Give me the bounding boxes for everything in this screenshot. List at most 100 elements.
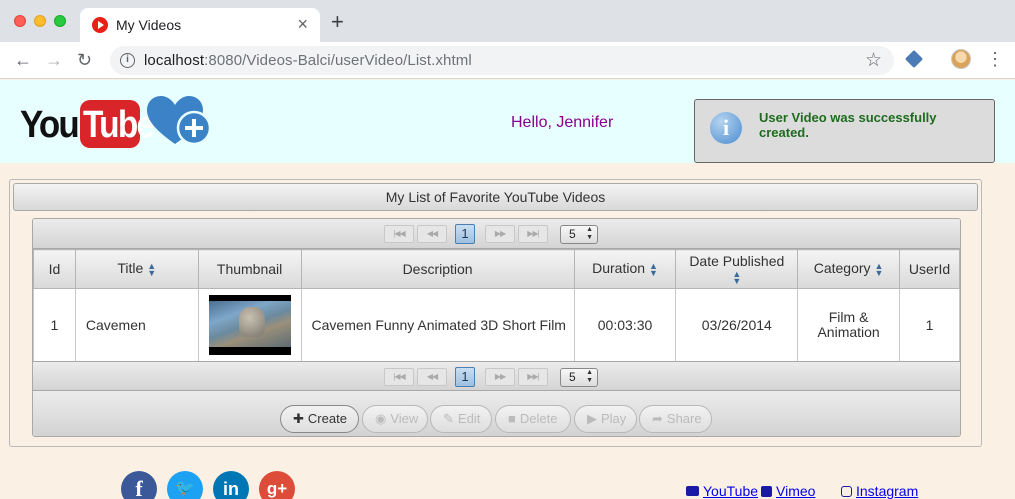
info-icon: i: [710, 112, 742, 144]
prev-page-button[interactable]: ◀◀: [417, 225, 447, 243]
page-header: You Tube Hello, Jennifer i User Video wa…: [0, 80, 1015, 163]
view-button[interactable]: ◉ View: [362, 405, 428, 433]
tab-title: My Videos: [116, 17, 182, 33]
sort-icon[interactable]: ▲ ▼: [147, 261, 156, 277]
play-button[interactable]: ▶ Play: [574, 405, 637, 433]
table-row[interactable]: 1 Cavemen Cavemen Funny Animated 3D Shor…: [33, 288, 960, 362]
url-path: :8080/Videos-Balci/userVideo/List.xhtml: [204, 52, 472, 69]
share-button[interactable]: ➦ Share: [639, 405, 712, 433]
rows-per-page-value: 5: [569, 227, 576, 241]
panel-title: My List of Favorite YouTube Videos: [13, 183, 978, 211]
select-arrows-icon: ▲ ▼: [586, 226, 593, 241]
tab-close-icon[interactable]: ×: [297, 14, 308, 34]
rows-per-page-select[interactable]: 5 ▲ ▼: [560, 368, 598, 387]
linkedin-icon[interactable]: in: [213, 471, 249, 499]
window-minimize-button[interactable]: [34, 15, 46, 27]
videos-panel: My List of Favorite YouTube Videos |◀◀ ◀…: [9, 179, 982, 447]
next-page-button[interactable]: ▶▶: [485, 368, 515, 386]
column-label: Category: [813, 260, 871, 277]
browser-tab[interactable]: My Videos ×: [80, 8, 320, 42]
videos-datatable: |◀◀ ◀◀ 1 ▶▶ ▶▶| 5 ▲ ▼ Id Title ▲ ▼ Thumbnail…: [32, 218, 961, 437]
logo-you-text: You: [20, 104, 80, 146]
cell-duration: 00:03:30: [573, 288, 677, 362]
cell-description: Cavemen Funny Animated 3D Short Film: [300, 288, 575, 362]
footer-link-label: Vimeo: [776, 483, 816, 499]
browser-toolbar: ← → ↻ i localhost:8080/Videos-Balci/user…: [0, 42, 1015, 79]
edit-icon: ✎: [443, 411, 454, 426]
forward-arrow-icon[interactable]: →: [45, 48, 63, 72]
bookmark-star-icon[interactable]: ☆: [865, 49, 882, 72]
twitter-icon[interactable]: 🐦: [167, 471, 203, 499]
column-label: Title: [117, 260, 144, 277]
cell-userid: 1: [899, 288, 960, 362]
view-label: View: [390, 411, 419, 426]
action-bar: ✚ Create ◉ View ✎ Edit ■ Delete ▶ Play ➦ Share: [33, 391, 960, 436]
paginator-bottom: |◀◀ ◀◀ 1 ▶▶ ▶▶| 5 ▲ ▼: [33, 361, 960, 391]
share-label: Share: [666, 411, 702, 426]
table-header-row: Id Title ▲ ▼ Thumbnail Description Duratio…: [33, 249, 960, 289]
column-header-title[interactable]: Title ▲ ▼: [74, 249, 199, 289]
facebook-icon[interactable]: f: [121, 471, 157, 499]
back-arrow-icon[interactable]: ←: [14, 48, 32, 72]
extension-icon[interactable]: [904, 49, 924, 69]
new-tab-icon[interactable]: +: [331, 11, 344, 33]
trash-icon: ■: [508, 411, 516, 426]
eye-icon: ◉: [375, 411, 387, 426]
window-maximize-button[interactable]: [54, 15, 66, 27]
column-label: UserId: [908, 260, 951, 277]
last-page-button[interactable]: ▶▶|: [518, 368, 548, 386]
url-host: localhost: [144, 52, 205, 69]
column-header-date-published[interactable]: Date Published ▲ ▼: [675, 249, 799, 289]
edit-label: Edit: [457, 411, 481, 426]
browser-menu-icon[interactable]: ⋮: [986, 49, 1004, 69]
first-page-button[interactable]: |◀◀: [384, 225, 414, 243]
youtube-logo[interactable]: You Tube: [20, 100, 155, 148]
next-page-button[interactable]: ▶▶: [485, 225, 515, 243]
success-message-text: User Video was successfully created.: [759, 110, 937, 140]
footer-link-instagram[interactable]: Instagram: [841, 483, 918, 499]
browser-tab-bar: My Videos × +: [0, 0, 1015, 42]
window-close-button[interactable]: [14, 15, 26, 27]
column-header-description: Description: [300, 249, 575, 289]
column-header-category[interactable]: Category ▲ ▼: [797, 249, 901, 289]
sort-icon[interactable]: ▲ ▼: [676, 269, 797, 285]
video-thumbnail[interactable]: [208, 295, 291, 355]
address-bar[interactable]: i localhost:8080/Videos-Balci/userVideo/…: [110, 46, 894, 75]
prev-page-button[interactable]: ◀◀: [417, 368, 447, 386]
column-header-userid: UserId: [899, 249, 960, 289]
sort-icon[interactable]: ▲ ▼: [875, 261, 884, 277]
column-header-thumbnail: Thumbnail: [197, 249, 302, 289]
edit-button[interactable]: ✎ Edit: [430, 405, 492, 433]
first-page-button[interactable]: |◀◀: [384, 368, 414, 386]
column-label: Id: [48, 260, 61, 277]
sort-icon[interactable]: ▲ ▼: [649, 261, 658, 277]
footer-link-label: Instagram: [856, 483, 919, 499]
cell-category: Film & Animation: [797, 288, 901, 362]
footer-link-youtube[interactable]: YouTube: [686, 483, 758, 499]
heart-plus-icon[interactable]: [145, 94, 215, 150]
youtube-icon: [686, 486, 699, 497]
column-label: Description: [402, 260, 473, 277]
create-button[interactable]: ✚ Create: [280, 405, 359, 433]
reload-icon[interactable]: ↻: [77, 48, 92, 72]
delete-button[interactable]: ■ Delete: [495, 405, 571, 433]
profile-avatar[interactable]: [951, 49, 971, 69]
rows-per-page-select[interactable]: 5 ▲ ▼: [560, 225, 598, 244]
page-1-button[interactable]: 1: [455, 224, 475, 244]
share-icon: ➦: [652, 411, 663, 426]
plus-icon: ✚: [293, 411, 304, 426]
delete-label: Delete: [519, 411, 558, 426]
cell-id: 1: [33, 288, 76, 362]
create-label: Create: [307, 411, 347, 426]
footer-link-vimeo[interactable]: Vimeo: [761, 483, 815, 499]
page-1-button[interactable]: 1: [455, 367, 475, 387]
column-label: Date Published: [689, 252, 785, 269]
column-label: Thumbnail: [216, 260, 283, 277]
column-header-duration[interactable]: Duration ▲ ▼: [573, 249, 677, 289]
paginator-top: |◀◀ ◀◀ 1 ▶▶ ▶▶| 5 ▲ ▼: [33, 219, 960, 249]
last-page-button[interactable]: ▶▶|: [518, 225, 548, 243]
success-message: i User Video was successfully created.: [694, 99, 995, 163]
google-plus-icon[interactable]: g+: [259, 471, 295, 499]
logo-tube-text: Tube: [83, 104, 155, 146]
site-info-icon[interactable]: i: [120, 53, 135, 68]
